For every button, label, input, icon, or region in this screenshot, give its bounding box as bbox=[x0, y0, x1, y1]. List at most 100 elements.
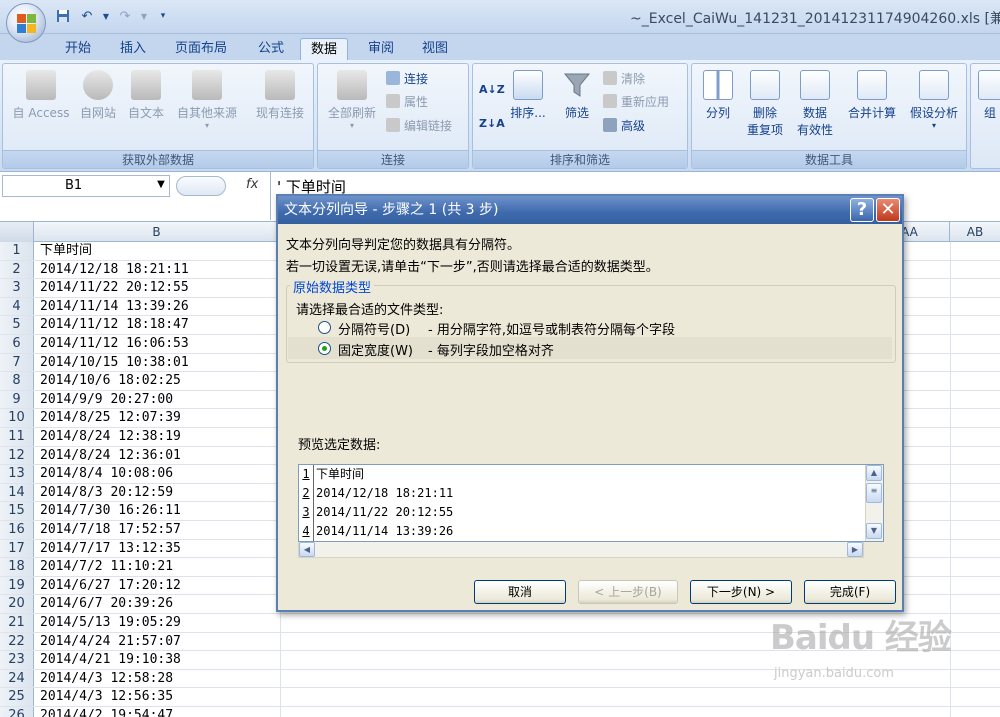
row-header[interactable]: 15 bbox=[0, 502, 34, 520]
name-box[interactable]: B1 bbox=[2, 175, 170, 197]
from-other-sources-button[interactable]: 自其他来源 ▾ bbox=[169, 70, 245, 130]
radio-delimited[interactable] bbox=[318, 321, 331, 334]
row-header[interactable]: 21 bbox=[0, 614, 34, 632]
cell-b[interactable]: 2014/11/12 16:06:53 bbox=[40, 335, 189, 353]
what-if-analysis-button[interactable]: 假设分析 ▾ bbox=[902, 70, 966, 130]
cancel-button[interactable]: 取消 bbox=[474, 580, 566, 604]
cell-b[interactable]: 2014/4/3 12:56:35 bbox=[40, 688, 173, 706]
preview-horizontal-scrollbar[interactable]: ◀ ▶ bbox=[298, 542, 864, 558]
cell-b[interactable]: 2014/9/9 20:27:00 bbox=[40, 391, 173, 409]
from-text-button[interactable]: 自文本 bbox=[123, 70, 169, 121]
group-button[interactable]: 组 bbox=[975, 70, 1000, 121]
row-header[interactable]: 19 bbox=[0, 576, 34, 595]
scroll-up-icon[interactable]: ▲ bbox=[866, 465, 882, 481]
redo-icon[interactable]: ↷ bbox=[116, 7, 134, 25]
cell-b[interactable]: 2014/4/2 19:54:47 bbox=[40, 707, 173, 717]
column-header-ab[interactable]: AB bbox=[950, 222, 1000, 242]
reapply-button[interactable]: 重新应用 bbox=[603, 92, 669, 112]
cell-b[interactable]: 2014/6/27 17:20:12 bbox=[40, 577, 181, 595]
tab-data[interactable]: 数据 bbox=[300, 38, 349, 60]
next-button[interactable]: 下一步(N) > bbox=[690, 580, 792, 604]
from-web-button[interactable]: 自网站 bbox=[75, 70, 121, 121]
cell-b[interactable]: 2014/7/2 11:10:21 bbox=[40, 558, 173, 576]
row-header[interactable]: 22 bbox=[0, 632, 34, 651]
tab-review[interactable]: 审阅 bbox=[358, 38, 404, 60]
undo-dropdown-icon[interactable]: ▼ bbox=[102, 7, 110, 25]
name-box-dropdown-icon[interactable]: ▼ bbox=[154, 175, 168, 195]
consolidate-button[interactable]: 合并计算 bbox=[842, 70, 902, 121]
existing-connections-button[interactable]: 现有连接 bbox=[249, 70, 311, 121]
scroll-thumb[interactable]: ≡ bbox=[866, 483, 882, 503]
row-header[interactable]: 24 bbox=[0, 669, 34, 688]
preview-vertical-scrollbar[interactable]: ▲ ≡ ▼ bbox=[865, 465, 883, 541]
row-header[interactable]: 9 bbox=[0, 390, 34, 409]
cell-b[interactable]: 2014/7/30 16:26:11 bbox=[40, 502, 181, 520]
data-validation-button[interactable]: 数据 有效性 bbox=[790, 70, 840, 138]
advanced-button[interactable]: 高级 bbox=[603, 116, 645, 136]
tab-home[interactable]: 开始 bbox=[55, 38, 101, 60]
cell-b[interactable]: 2014/11/22 20:12:55 bbox=[40, 279, 189, 297]
insert-function-icon[interactable]: fx bbox=[246, 177, 258, 192]
back-button[interactable]: < 上一步(B) bbox=[578, 580, 678, 604]
fixed-width-option-label[interactable]: 固定宽度(W) bbox=[338, 340, 413, 359]
tab-page-layout[interactable]: 页面布局 bbox=[165, 38, 237, 60]
cell-b[interactable]: 2014/10/6 18:02:25 bbox=[40, 372, 181, 390]
cell-b[interactable]: 下单时间 bbox=[40, 242, 92, 260]
cell-b[interactable]: 2014/8/3 20:12:59 bbox=[40, 484, 173, 502]
redo-dropdown-icon[interactable]: ▼ bbox=[140, 7, 148, 25]
row-header[interactable]: 2 bbox=[0, 260, 34, 279]
scroll-left-icon[interactable]: ◀ bbox=[299, 542, 315, 557]
cell-b[interactable]: 2014/11/12 18:18:47 bbox=[40, 316, 189, 334]
sort-ascending-icon[interactable]: A↓Z bbox=[479, 80, 505, 100]
cell-b[interactable]: 2014/5/13 19:05:29 bbox=[40, 614, 181, 632]
connections-button[interactable]: 连接 bbox=[386, 69, 428, 89]
row-header[interactable]: 23 bbox=[0, 651, 34, 669]
row-header[interactable]: 7 bbox=[0, 353, 34, 372]
from-access-button[interactable]: 自 Access bbox=[7, 70, 75, 121]
delimited-option-label[interactable]: 分隔符号(D) bbox=[338, 319, 410, 338]
cell-b[interactable]: 2014/8/24 12:38:19 bbox=[40, 428, 181, 446]
close-icon[interactable]: ✕ bbox=[876, 198, 900, 222]
office-button[interactable] bbox=[6, 3, 46, 43]
cell-b[interactable]: 2014/6/7 20:39:26 bbox=[40, 595, 173, 613]
cell-b[interactable]: 2014/11/14 13:39:26 bbox=[40, 298, 189, 316]
tab-insert[interactable]: 插入 bbox=[110, 38, 156, 60]
column-header-b[interactable]: B bbox=[34, 222, 280, 242]
row-header[interactable]: 16 bbox=[0, 521, 34, 539]
row-header[interactable]: 14 bbox=[0, 483, 34, 502]
formula-expand-control[interactable] bbox=[176, 176, 226, 196]
row-header[interactable]: 25 bbox=[0, 688, 34, 706]
cell-b[interactable]: 2014/8/25 12:07:39 bbox=[40, 409, 181, 427]
text-to-columns-button[interactable]: 分列 bbox=[698, 70, 738, 121]
cell-b[interactable]: 2014/7/17 13:12:35 bbox=[40, 540, 181, 558]
customize-qat-icon[interactable]: ▾ bbox=[154, 7, 172, 25]
row-header[interactable]: 26 bbox=[0, 707, 34, 717]
properties-button[interactable]: 属性 bbox=[386, 92, 428, 112]
refresh-all-button[interactable]: 全部刷新 ▾ bbox=[320, 70, 384, 130]
help-icon[interactable]: ? bbox=[850, 198, 874, 222]
edit-links-button[interactable]: 编辑链接 bbox=[386, 116, 452, 136]
row-header[interactable]: 8 bbox=[0, 372, 34, 390]
row-header[interactable]: 17 bbox=[0, 539, 34, 558]
cell-b[interactable]: 2014/4/24 21:57:07 bbox=[40, 633, 181, 651]
cell-b[interactable]: 2014/4/21 19:10:38 bbox=[40, 651, 181, 669]
cell-b[interactable]: 2014/12/18 18:21:11 bbox=[40, 261, 189, 279]
cell-b[interactable]: 2014/7/18 17:52:57 bbox=[40, 521, 181, 539]
scroll-down-icon[interactable]: ▼ bbox=[866, 523, 882, 539]
sort-descending-icon[interactable]: Z↓A bbox=[479, 114, 505, 134]
cell-b[interactable]: 2014/4/3 12:58:28 bbox=[40, 670, 173, 688]
remove-duplicates-button[interactable]: 删除 重复项 bbox=[742, 70, 788, 138]
row-header[interactable]: 5 bbox=[0, 316, 34, 334]
finish-button[interactable]: 完成(F) bbox=[804, 580, 896, 604]
tab-view[interactable]: 视图 bbox=[412, 38, 458, 60]
tab-formulas[interactable]: 公式 bbox=[248, 38, 294, 60]
row-header[interactable]: 12 bbox=[0, 446, 34, 465]
row-header[interactable]: 20 bbox=[0, 595, 34, 613]
select-all-corner[interactable] bbox=[0, 222, 34, 242]
clear-button[interactable]: 清除 bbox=[603, 69, 645, 89]
cell-b[interactable]: 2014/8/24 12:36:01 bbox=[40, 447, 181, 465]
cell-b[interactable]: 2014/10/15 10:38:01 bbox=[40, 354, 189, 372]
row-header[interactable]: 1 bbox=[0, 242, 34, 260]
row-header[interactable]: 3 bbox=[0, 279, 34, 297]
row-header[interactable]: 18 bbox=[0, 558, 34, 576]
